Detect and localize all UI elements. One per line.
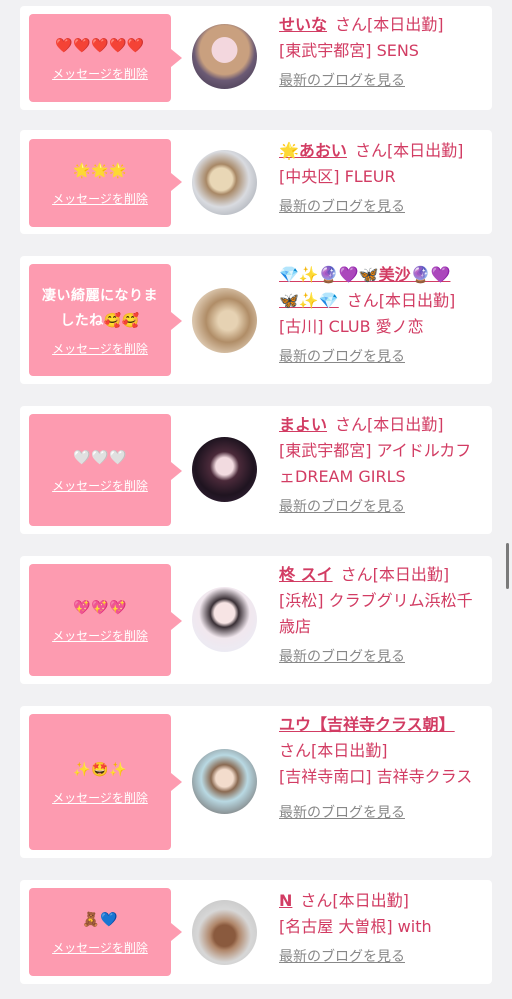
cast-name-link[interactable]: ユウ【吉祥寺クラス朝】 [279,715,455,734]
avatar[interactable] [192,749,257,814]
delete-message-link[interactable]: メッセージを削除 [52,340,148,357]
avatar[interactable] [192,587,257,652]
status-text: さん[本日出勤] [279,741,388,760]
bubble-arrow [171,173,182,191]
cast-name-link[interactable]: まよい [279,415,327,434]
message-card: 🌟🌟🌟 メッセージを削除 🌟あおい さん[本日出勤] [中央区] FLEUR 最新… [20,130,492,234]
message-bubble: ❤️❤️❤️❤️❤️ メッセージを削除 [29,14,171,102]
latest-blog-link[interactable]: 最新のブログを見る [279,944,405,970]
message-text: ✨🤩✨ [73,762,127,778]
message-bubble: 🌟🌟🌟 メッセージを削除 [29,139,171,227]
latest-blog-link[interactable]: 最新のブログを見る [279,800,405,826]
delete-message-link[interactable]: メッセージを削除 [52,789,148,806]
message-card: 凄い綺麗になりましたね🥰🥰 メッセージを削除 💎✨🔮💜🦋美沙🔮💜 🦋✨💎 さん[本… [20,256,492,384]
cast-name-link[interactable]: せいな [279,15,327,34]
latest-blog-link[interactable]: 最新のブログを見る [279,194,405,220]
message-bubble: ✨🤩✨ メッセージを削除 [29,714,171,850]
bubble-arrow [171,773,182,791]
bubble-arrow [171,312,182,330]
shop-location: [東武宇都宮] SENS [279,41,419,60]
status-text: さん[本日出勤] [346,291,456,310]
shop-location: [古川] CLUB 愛ノ恋 [279,317,424,336]
message-bubble: 🧸💙 メッセージを削除 [29,888,171,976]
cast-info: まよい さん[本日出勤] [東武宇都宮] アイドルカフェDREAM GIRLS 最… [279,412,479,520]
cast-info: ユウ【吉祥寺クラス朝】 さん[本日出勤] [吉祥寺南口] 吉祥寺クラス 最新のブ… [279,712,479,826]
message-text: 🌟🌟🌟 [73,163,127,179]
cast-info: 💎✨🔮💜🦋美沙🔮💜 🦋✨💎 さん[本日出勤] [古川] CLUB 愛ノ恋 最新のブ… [279,262,479,370]
message-text: 💖💖💖 [73,600,127,616]
avatar[interactable] [192,24,257,89]
bubble-arrow [171,923,182,941]
scrollbar[interactable] [506,543,509,589]
latest-blog-link[interactable]: 最新のブログを見る [279,344,405,370]
status-text: さん[本日出勤] [354,141,464,160]
cast-name-link[interactable]: 柊 スイ [279,565,333,584]
delete-message-link[interactable]: メッセージを削除 [52,65,148,82]
message-bubble: 🤍🤍🤍 メッセージを削除 [29,414,171,526]
latest-blog-link[interactable]: 最新のブログを見る [279,494,405,520]
status-text: さん[本日出勤] [340,565,450,584]
message-card: 💖💖💖 メッセージを削除 柊 スイ さん[本日出勤] [浜松] クラブグリム浜松千… [20,556,492,684]
latest-blog-link[interactable]: 最新のブログを見る [279,68,405,94]
cast-info: せいな さん[本日出勤] [東武宇都宮] SENS 最新のブログを見る [279,12,479,94]
cast-name-link[interactable]: N [279,891,292,910]
shop-location: [吉祥寺南口] 吉祥寺クラス [279,767,473,786]
message-bubble: 凄い綺麗になりましたね🥰🥰 メッセージを削除 [29,264,171,376]
status-text: さん[本日出勤] [335,415,444,434]
message-text: 🤍🤍🤍 [73,450,127,466]
bubble-arrow [171,462,182,480]
delete-message-link[interactable]: メッセージを削除 [52,477,148,494]
message-card: 🤍🤍🤍 メッセージを削除 まよい さん[本日出勤] [東武宇都宮] アイドルカフェ… [20,406,492,534]
shop-location: [名古屋 大曽根] with [279,917,432,936]
status-text: さん[本日出勤] [335,15,444,34]
message-text: ❤️❤️❤️❤️❤️ [55,38,145,54]
status-text: さん[本日出勤] [300,891,409,910]
avatar[interactable] [192,150,257,215]
cast-name-link[interactable]: 💎✨🔮💜🦋美沙🔮💜 [279,265,450,284]
message-card: 🧸💙 メッセージを削除 N さん[本日出勤] [名古屋 大曽根] with 最新の… [20,880,492,984]
avatar[interactable] [192,900,257,965]
avatar[interactable] [192,288,257,353]
cast-name-link-continued[interactable]: 🦋✨💎 [279,291,339,310]
shop-location: [中央区] FLEUR [279,167,396,186]
latest-blog-link[interactable]: 最新のブログを見る [279,644,405,670]
shop-location: [東武宇都宮] アイドルカフェDREAM GIRLS [279,441,472,486]
message-text: 凄い綺麗になりましたね🥰🥰 [42,287,158,329]
shop-location: [浜松] クラブグリム浜松千歳店 [279,591,473,636]
delete-message-link[interactable]: メッセージを削除 [52,939,148,956]
delete-message-link[interactable]: メッセージを削除 [52,627,148,644]
message-card: ❤️❤️❤️❤️❤️ メッセージを削除 せいな さん[本日出勤] [東武宇都宮] … [20,6,492,110]
bubble-arrow [171,49,182,67]
avatar[interactable] [192,437,257,502]
message-text: 🧸💙 [82,912,118,928]
delete-message-link[interactable]: メッセージを削除 [52,190,148,207]
bubble-arrow [171,612,182,630]
cast-name-link[interactable]: 🌟あおい [279,141,347,160]
cast-info: N さん[本日出勤] [名古屋 大曽根] with 最新のブログを見る [279,888,479,970]
message-bubble: 💖💖💖 メッセージを削除 [29,564,171,676]
cast-info: 🌟あおい さん[本日出勤] [中央区] FLEUR 最新のブログを見る [279,138,479,220]
message-card: ✨🤩✨ メッセージを削除 ユウ【吉祥寺クラス朝】 さん[本日出勤] [吉祥寺南口… [20,706,492,858]
cast-info: 柊 スイ さん[本日出勤] [浜松] クラブグリム浜松千歳店 最新のブログを見る [279,562,479,670]
